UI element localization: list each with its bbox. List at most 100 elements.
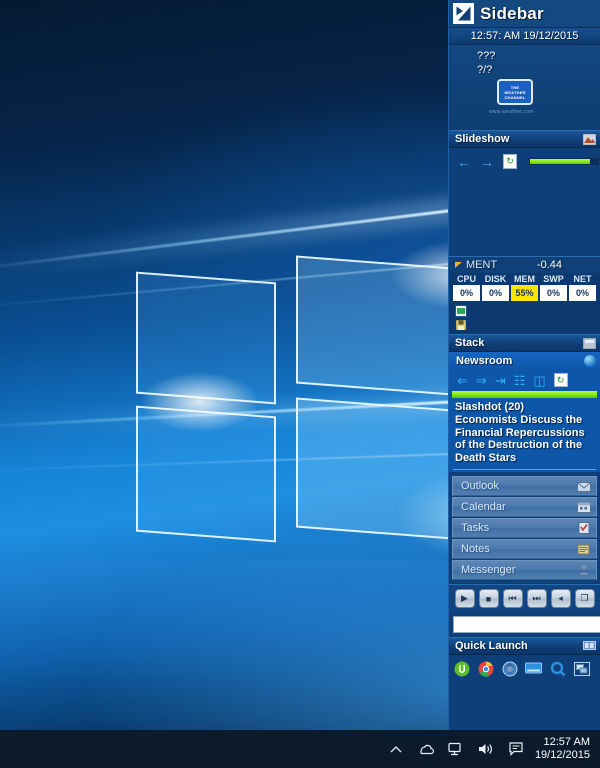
utorrent-icon[interactable] xyxy=(453,660,470,677)
light-hotspot xyxy=(140,372,260,432)
floppy-disk-icon[interactable] xyxy=(455,319,467,331)
panel-item-tasks[interactable]: Tasks xyxy=(452,518,597,538)
panel-item-notes[interactable]: Notes xyxy=(452,539,597,559)
sysinfo-values-row: 0% 0% 55% 0% 0% xyxy=(449,285,600,303)
volume-icon[interactable] xyxy=(477,740,496,759)
system-tray xyxy=(387,740,535,759)
display-icon[interactable] xyxy=(525,660,542,677)
taskbar-clock[interactable]: 12:57 AM 19/12/2015 xyxy=(535,736,600,762)
taskbar-time: 12:57 AM xyxy=(543,736,590,748)
newsroom-progress-bar xyxy=(452,391,597,398)
search-input[interactable] xyxy=(453,615,600,633)
panel-label: Outlook xyxy=(461,480,499,492)
volume-button[interactable]: ◂ xyxy=(550,589,571,608)
sysinfo-summary-row[interactable]: MENT -0.44 xyxy=(449,257,600,273)
next-button[interactable]: ⏭ xyxy=(526,589,547,608)
weather-temperature: ??? xyxy=(477,50,496,62)
back-icon[interactable]: ⇐ xyxy=(457,374,468,387)
sysinfo-value-cpu[interactable]: 0% xyxy=(453,285,480,301)
panel-label: Messenger xyxy=(461,564,516,576)
previous-button[interactable]: ⏮ xyxy=(502,589,523,608)
notes-icon xyxy=(577,543,591,556)
panel-item-outlook[interactable]: Outlook xyxy=(452,476,597,496)
newsroom-header[interactable]: Newsroom xyxy=(449,352,600,369)
show-hidden-icons-button[interactable] xyxy=(387,740,406,759)
slideshow-header[interactable]: Slideshow xyxy=(449,130,600,148)
slideshow-body: ← → ↻ xyxy=(449,148,600,256)
sidebar-title: Sidebar xyxy=(480,3,544,23)
sysinfo-name: MENT xyxy=(466,259,498,271)
action-center-icon[interactable] xyxy=(507,740,526,759)
book-icon[interactable]: ◫ xyxy=(533,374,545,387)
slideshow-prev-button[interactable]: ← xyxy=(457,155,471,169)
newsroom-divider xyxy=(453,469,596,470)
newsroom-source[interactable]: Slashdot (20) xyxy=(449,398,600,413)
weather-url: www.weather.com xyxy=(489,109,534,115)
monitor-icon[interactable] xyxy=(455,305,467,317)
mail-icon xyxy=(577,480,591,493)
sysinfo-value: -0.44 xyxy=(536,259,562,271)
sysinfo-header-disk: DISK xyxy=(484,274,507,284)
quick-launch-title: Quick Launch xyxy=(455,640,528,652)
weather-gadget[interactable]: ??? ?/? THE WEATHER CHANNEL www.weather.… xyxy=(449,45,600,130)
panel-item-messenger[interactable]: Messenger xyxy=(452,560,597,580)
newsroom-toolbar: ⇐ ⇒ ⇥ ☷ ◫ ↻ xyxy=(449,369,600,390)
slideshow-thumbnail-icon[interactable] xyxy=(582,133,597,145)
panel-item-calendar[interactable]: Calendar xyxy=(452,497,597,517)
slideshow-next-button[interactable]: → xyxy=(480,155,494,169)
trend-down-icon xyxy=(455,262,462,268)
weather-condition: ?/? xyxy=(477,64,493,76)
system-info-gadget: MENT -0.44 CPU DISK MEM SWP NET 0% 0% 55… xyxy=(449,256,600,334)
stack-panel-list: Outlook Calendar Tasks Notes Messenger xyxy=(449,472,600,584)
quick-launch-header[interactable]: Quick Launch xyxy=(449,637,600,655)
sysinfo-value-swp[interactable]: 0% xyxy=(540,285,567,301)
sidebar-titlebar[interactable]: Sidebar xyxy=(449,0,600,28)
globe-icon[interactable] xyxy=(584,354,596,367)
search-icon[interactable] xyxy=(549,660,566,677)
sidebar-clock[interactable]: 12:57: AM 19/12/2015 xyxy=(449,28,600,45)
search-row: ➜ xyxy=(449,612,600,637)
feed-icon[interactable]: ☷ xyxy=(514,374,526,387)
onedrive-icon[interactable] xyxy=(417,740,436,759)
switch-window-icon[interactable] xyxy=(573,660,590,677)
sysinfo-value-disk[interactable]: 0% xyxy=(482,285,509,301)
weather-logo-line3: CHANNEL xyxy=(504,94,526,100)
stack-header[interactable]: Stack xyxy=(449,334,600,352)
calendar-icon xyxy=(577,501,591,514)
panel-label: Tasks xyxy=(461,522,490,534)
sysinfo-value-mem[interactable]: 55% xyxy=(511,285,538,301)
restore-button[interactable]: ❐ xyxy=(574,589,595,608)
sysinfo-header-mem: MEM xyxy=(514,274,535,284)
newsroom-headline[interactable]: Economists Discuss the Financial Repercu… xyxy=(449,413,600,469)
newsroom-title: Newsroom xyxy=(456,354,513,367)
refresh-icon[interactable]: ↻ xyxy=(553,373,568,387)
sysinfo-value-net[interactable]: 0% xyxy=(569,285,596,301)
person-icon xyxy=(577,564,591,577)
forward-icon[interactable]: ⇒ xyxy=(476,374,487,387)
windows-taskbar: 12:57 AM 19/12/2015 xyxy=(0,730,600,768)
panel-label: Notes xyxy=(461,543,490,555)
disk-shield-icon[interactable] xyxy=(501,660,518,677)
slideshow-title: Slideshow xyxy=(455,133,510,145)
newsroom-gadget: Newsroom ⇐ ⇒ ⇥ ☷ ◫ ↻ Slashdot (20) Econo… xyxy=(449,352,600,472)
checklist-icon xyxy=(577,522,591,535)
sysinfo-header-swp: SWP xyxy=(543,274,564,284)
next-item-icon[interactable]: ⇥ xyxy=(495,374,506,387)
stack-options-icon[interactable] xyxy=(582,337,597,349)
weather-channel-logo-icon: THE WEATHER CHANNEL xyxy=(497,79,533,105)
slideshow-controls: ← → ↻ xyxy=(449,148,600,169)
quick-launch-options-icon[interactable] xyxy=(583,640,596,652)
sidebar-logo-icon xyxy=(453,3,474,24)
play-button[interactable]: ▶ xyxy=(454,589,475,608)
sysinfo-icon-column xyxy=(449,303,600,334)
sidebar-panel: Sidebar 12:57: AM 19/12/2015 ??? ?/? THE… xyxy=(448,0,600,731)
panel-label: Calendar xyxy=(461,501,506,513)
media-controls: ▶ ■ ⏮ ⏭ ◂ ❐ xyxy=(449,584,600,612)
stack-title: Stack xyxy=(455,337,485,349)
network-icon[interactable] xyxy=(447,740,466,759)
slideshow-refresh-icon[interactable]: ↻ xyxy=(503,154,517,169)
sysinfo-column-headers: CPU DISK MEM SWP NET xyxy=(449,273,600,285)
stop-button[interactable]: ■ xyxy=(478,589,499,608)
chrome-icon[interactable] xyxy=(477,660,494,677)
sysinfo-header-cpu: CPU xyxy=(456,274,476,284)
